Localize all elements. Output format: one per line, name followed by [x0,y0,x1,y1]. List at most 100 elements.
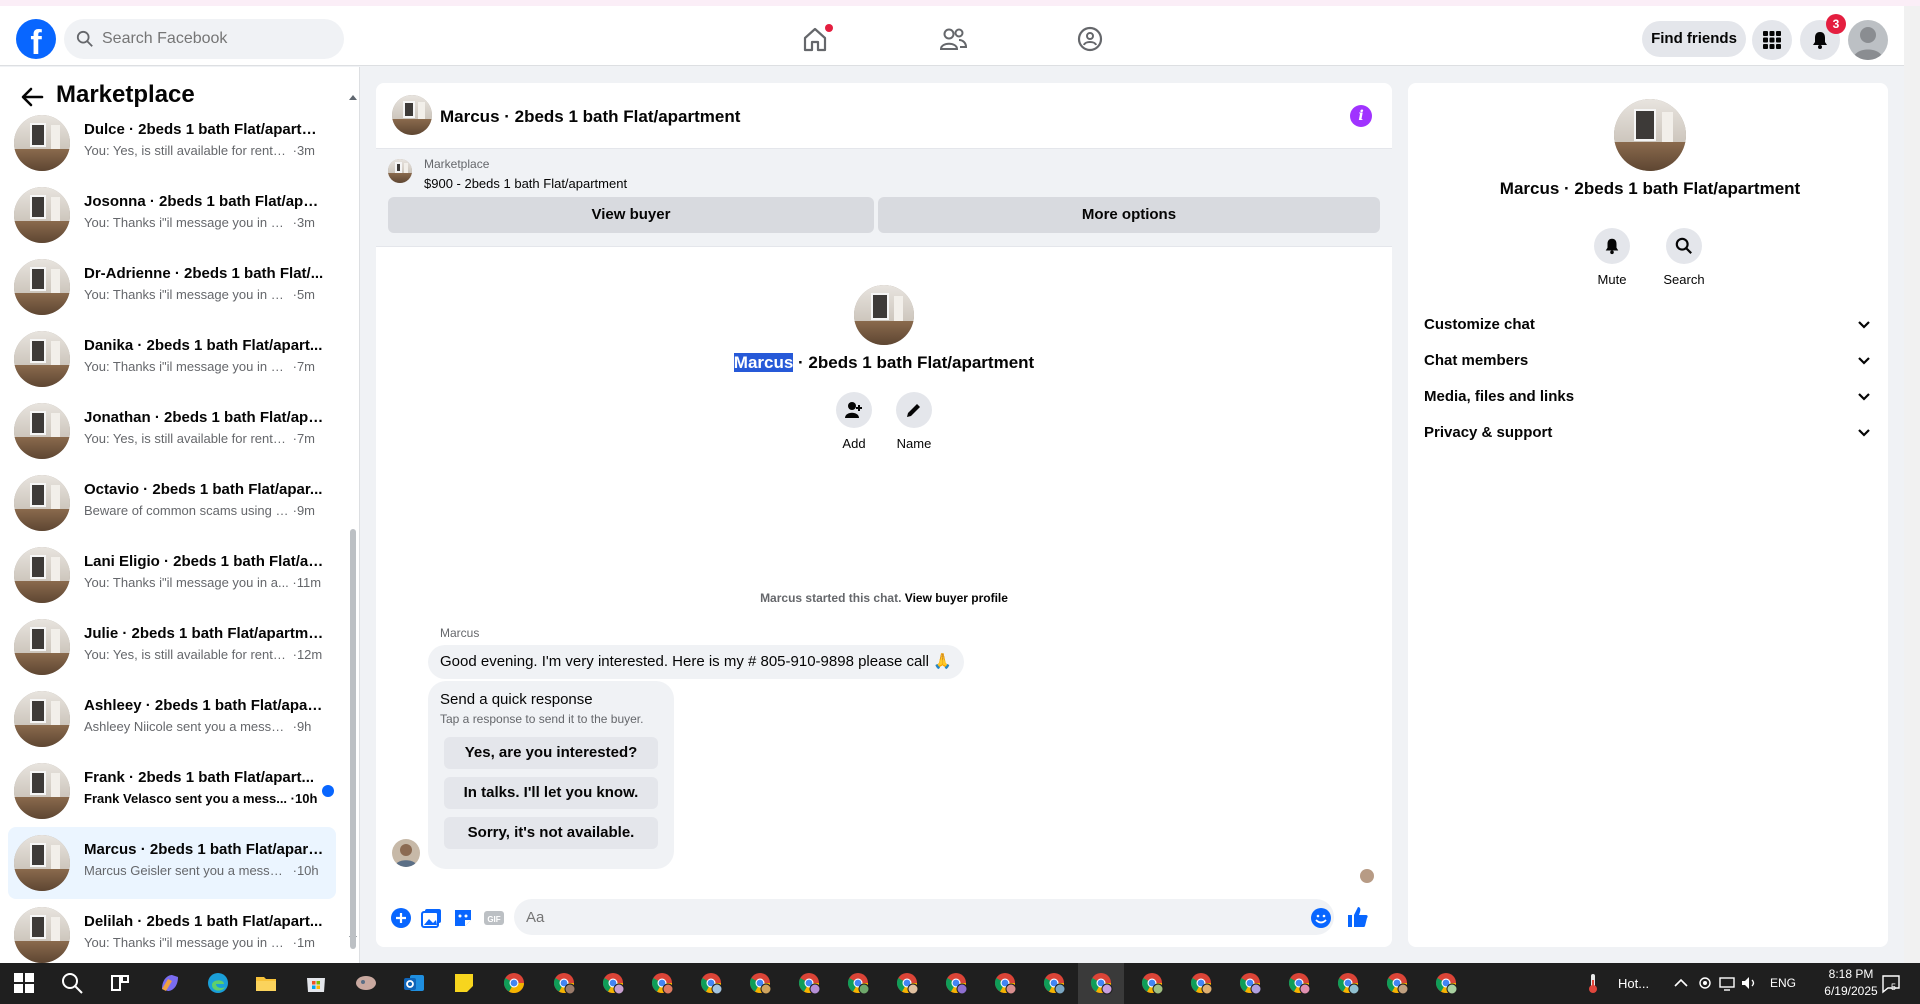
list-item[interactable]: Marcus · 2beds 1 bath Flat/apart... Marcu… [8,827,336,899]
list-item[interactable]: Josonna · 2beds 1 bath Flat/apar... You: … [8,179,336,251]
chrome-profile-icon[interactable] [1336,971,1360,995]
chrome-profile-icon[interactable] [895,971,919,995]
sender-avatar[interactable] [392,839,420,867]
clock-time[interactable]: 8:18 PM [1824,967,1878,981]
language-indicator[interactable]: ENG [1770,976,1796,990]
menu-button[interactable] [1752,20,1792,60]
sticker-icon[interactable] [452,907,474,929]
quick-response-button[interactable]: In talks. I'll let you know. [444,777,658,809]
chrome-profile-icon[interactable] [1385,971,1409,995]
add-person-icon [845,402,862,418]
top-navbar: f Find friends 3 [0,6,1904,66]
photo-icon[interactable] [421,907,443,929]
find-friends-button[interactable]: Find friends [1642,21,1746,57]
task-view-icon[interactable] [108,971,132,995]
chrome-profile-icon[interactable] [1238,971,1262,995]
chrome-profile-icon[interactable] [797,971,821,995]
chat-title[interactable]: Marcus · 2beds 1 bath Flat/apartment [440,107,740,127]
groups-icon[interactable] [1075,24,1105,54]
listing-title[interactable]: $900 - 2beds 1 bath Flat/apartment [424,176,627,191]
list-item[interactable]: Danika · 2beds 1 bath Flat/apart... You: … [8,323,336,395]
list-item[interactable]: Jonathan · 2beds 1 bath Flat/apa... You: … [8,395,336,467]
message-composer: GIF [376,891,1392,947]
facebook-logo-icon[interactable]: f [16,19,56,59]
conversation-name: Jonathan · 2beds 1 bath Flat/apa... [84,409,324,426]
list-item[interactable]: Dr-Adrienne · 2beds 1 bath Flat/... You: … [8,251,336,323]
outlook-icon[interactable] [402,971,426,995]
default-profile-icon [1853,27,1883,60]
unread-dot [322,785,334,797]
sticky-notes-icon[interactable] [452,971,476,995]
account-avatar[interactable] [1848,20,1888,60]
camera-icon[interactable] [1696,971,1714,995]
gif-icon[interactable]: GIF [483,907,505,929]
view-buyer-profile-link[interactable]: View buyer profile [905,591,1008,605]
conversation-preview: You: Thanks i"il message you in a ... · 7… [84,359,316,374]
list-item[interactable]: Lani Eligio · 2beds 1 bath Flat/ap... You… [8,539,336,611]
more-options-button[interactable]: More options [878,197,1380,233]
photo-app-icon[interactable] [354,971,378,995]
chevron-up-icon[interactable] [1672,971,1690,995]
chrome-profile-icon[interactable] [699,971,723,995]
chrome-profile-icon[interactable] [1189,971,1213,995]
weather-text[interactable]: Hot... [1618,976,1649,991]
chrome-icon[interactable] [502,971,526,995]
chrome-profile-icon[interactable] [1434,971,1458,995]
chrome-profile-icon[interactable] [748,971,772,995]
list-item[interactable]: Julie · 2beds 1 bath Flat/apartme... You:… [8,611,336,683]
quick-response-button[interactable]: Sorry, it's not available. [444,817,658,849]
list-item[interactable]: Ashleey · 2beds 1 bath Flat/apar... Ashle… [8,683,336,755]
list-item[interactable]: Delilah · 2beds 1 bath Flat/apart... You:… [8,899,336,963]
conversation-name: Julie · 2beds 1 bath Flat/apartme... [84,625,324,642]
chrome-profile-icon[interactable] [552,971,576,995]
chrome-profile-icon[interactable] [1089,971,1113,995]
emoji-icon[interactable] [1310,907,1332,929]
chrome-profile-icon[interactable] [1042,971,1066,995]
microsoft-store-icon[interactable] [304,971,328,995]
friends-icon[interactable] [938,24,968,54]
file-explorer-icon[interactable] [254,971,278,995]
list-item[interactable]: Octavio · 2beds 1 bath Flat/apar... Bewar… [8,467,336,539]
listing-thumbnail [14,475,70,531]
conversation-preview: Frank Velasco sent you a mess... · 10h [84,791,318,806]
privacy-support-section[interactable]: Privacy & support [1424,411,1874,455]
view-buyer-button[interactable]: View buyer [388,197,874,233]
copilot-icon[interactable] [158,971,182,995]
name-chat-button[interactable]: Name [884,392,944,451]
chrome-profile-icon[interactable] [601,971,625,995]
info-icon[interactable]: i [1350,105,1372,127]
chrome-profile-icon[interactable] [993,971,1017,995]
conversation-preview: Ashleey Niicole sent you a message... · 9… [84,719,312,734]
list-item[interactable]: Frank · 2beds 1 bath Flat/apart... Frank … [8,755,336,827]
network-icon[interactable] [1718,971,1736,995]
search-bar[interactable] [64,19,344,59]
add-member-button[interactable]: Add [824,392,884,451]
edge-icon[interactable] [206,971,230,995]
chrome-profile-icon[interactable] [1287,971,1311,995]
chrome-profile-icon[interactable] [650,971,674,995]
sidebar-scroll-thumb[interactable] [350,529,356,949]
chat-avatar[interactable] [392,95,432,135]
page-scrollbar[interactable] [1904,6,1920,963]
chat-details-panel: Marcus · 2beds 1 bath Flat/apartment Mut… [1408,83,1888,947]
chrome-profile-icon[interactable] [944,971,968,995]
volume-icon[interactable] [1740,971,1758,995]
clock-date[interactable]: 6/19/2025 [1820,984,1882,998]
list-item[interactable]: Dulce · 2beds 1 bath Flat/apartm... You: … [8,107,336,179]
message-input[interactable] [514,899,1334,935]
search-icon[interactable] [60,971,84,995]
chrome-profile-icon[interactable] [846,971,870,995]
incoming-message[interactable]: Good evening. I'm very interested. Here … [428,645,964,679]
search-input[interactable] [102,30,322,48]
thumbs-up-icon[interactable] [1346,905,1370,929]
conversation-name: Frank · 2beds 1 bath Flat/apart... [84,769,315,786]
quick-response-button[interactable]: Yes, are you interested? [444,737,658,769]
windows-start-icon[interactable] [12,971,36,995]
weather-thermometer-icon[interactable] [1584,971,1602,995]
search-in-chat-button[interactable]: Search [1648,228,1720,287]
chrome-profile-icon[interactable] [1140,971,1164,995]
listing-thumbnail [14,907,70,963]
conversation-time: 9m [296,503,316,518]
mute-button[interactable]: Mute [1576,228,1648,287]
plus-circle-icon[interactable] [390,907,412,929]
